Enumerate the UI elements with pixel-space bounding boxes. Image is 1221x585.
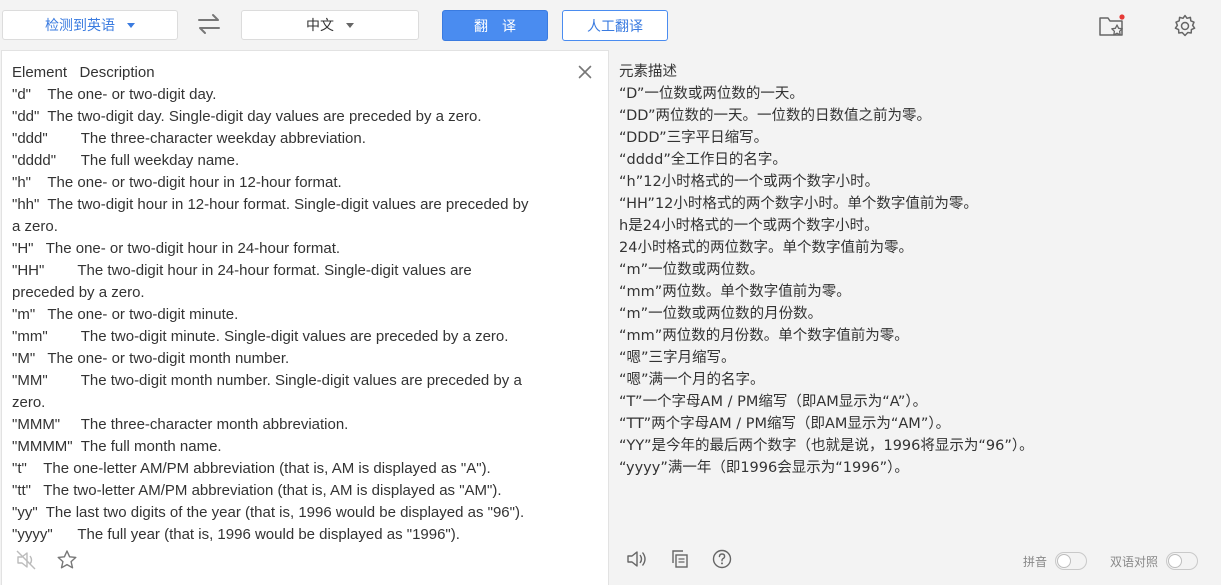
source-line: zero.	[12, 394, 46, 411]
translation-line: “yyyy”满一年（即1996会显示为“1996”）。	[619, 460, 909, 476]
target-language-label: 中文	[306, 17, 334, 33]
translation-line: 元素描述	[619, 64, 677, 80]
toolbar: 检测到英语 中文 翻译 人工翻译	[0, 0, 1221, 50]
source-line: "tt" The two-letter AM/PM abbreviation (…	[12, 482, 502, 499]
target-language-select[interactable]: 中文	[241, 10, 419, 40]
translation-actions	[626, 549, 732, 574]
translation-line: “DD”两位数的一天。一位数的日数值之前为零。	[619, 108, 932, 124]
translation-line: “T”一个字母AM / PM缩写（即AM显示为“A”）。	[619, 394, 928, 410]
speaker-icon[interactable]	[626, 549, 648, 574]
source-line: "t" The one-letter AM/PM abbreviation (t…	[12, 460, 491, 477]
translation-line: “TT”两个字母AM / PM缩写（即AM显示为“AM”）。	[619, 416, 951, 432]
speaker-muted-icon[interactable]	[16, 550, 38, 575]
toggle-knob	[1168, 554, 1183, 568]
pinyin-toggle[interactable]	[1055, 552, 1088, 570]
translation-line: “嗯”三字月缩写。	[619, 350, 736, 366]
star-icon[interactable]	[56, 549, 78, 576]
swap-arrows-icon[interactable]	[196, 11, 222, 37]
chevron-down-icon	[127, 23, 135, 28]
source-line: "dd" The two-digit day. Single-digit day…	[12, 108, 482, 125]
source-line: "yy" The last two digits of the year (th…	[12, 504, 525, 521]
source-line: "yyyy" The full year (that is, 1996 woul…	[12, 526, 460, 543]
translation-line: “DDD”三字平日缩写。	[619, 130, 769, 146]
source-language-label: 检测到英语	[45, 17, 115, 33]
translation-line: “mm”两位数的月份数。单个数字值前为零。	[619, 328, 909, 344]
translation-line: “dddd”全工作日的名字。	[619, 152, 787, 168]
favorites-folder-icon[interactable]	[1098, 12, 1128, 40]
source-language-select[interactable]: 检测到英语	[2, 10, 178, 40]
source-line: "m" The one- or two-digit minute.	[12, 306, 239, 323]
source-line: "mm" The two-digit minute. Single-digit …	[12, 328, 509, 345]
bilingual-toggle[interactable]	[1166, 552, 1199, 570]
translation-line: h是24小时格式的一个或两个数字小时。	[619, 218, 879, 234]
source-line: "hh" The two-digit hour in 12-hour forma…	[12, 196, 529, 213]
source-line: a zero.	[12, 218, 58, 235]
source-line: "HH" The two-digit hour in 24-hour forma…	[12, 262, 472, 279]
pinyin-label: 拼音	[1023, 554, 1048, 569]
source-line: Element Description	[12, 64, 155, 81]
human-translate-button[interactable]: 人工翻译	[562, 10, 668, 41]
translation-line: “HH”12小时格式的两个数字小时。单个数字值前为零。	[619, 196, 978, 212]
help-icon[interactable]	[712, 549, 732, 574]
target-panel: 元素描述 “D”一位数或两位数的一天。 “DD”两位数的一天。一位数的日数值之前…	[610, 50, 1221, 585]
toggle-knob	[1057, 554, 1072, 568]
translation-line: “m”一位数或两位数。	[619, 262, 765, 278]
translation-line: “h”12小时格式的一个或两个数字小时。	[619, 174, 880, 190]
bilingual-label: 双语对照	[1110, 554, 1159, 569]
close-icon[interactable]	[578, 65, 592, 79]
gear-icon[interactable]	[1172, 13, 1198, 39]
translation-line: 24小时格式的两位数字。单个数字值前为零。	[619, 240, 913, 256]
source-panel[interactable]: Element Description "d" The one- or two-…	[1, 50, 609, 585]
source-text[interactable]: Element Description "d" The one- or two-…	[12, 62, 572, 546]
translation-text[interactable]: 元素描述 “D”一位数或两位数的一天。 “DD”两位数的一天。一位数的日数值之前…	[619, 61, 1209, 479]
translation-line: “YY”是今年的最后两个数字（也就是说，1996将显示为“96”）。	[619, 438, 1034, 454]
chevron-down-icon	[346, 23, 354, 28]
source-line: "ddd" The three-character weekday abbrev…	[12, 130, 366, 147]
pinyin-toggle-group: 拼音	[1023, 552, 1088, 570]
source-line: "MMM" The three-character month abbrevia…	[12, 416, 349, 433]
source-line: "H" The one- or two-digit hour in 24-hou…	[12, 240, 341, 257]
source-line: "MM" The two-digit month number. Single-…	[12, 372, 522, 389]
source-actions	[16, 549, 78, 576]
translation-line: “D”一位数或两位数的一天。	[619, 86, 804, 102]
copy-icon[interactable]	[670, 549, 690, 574]
bilingual-toggle-group: 双语对照	[1110, 552, 1199, 570]
source-line: preceded by a zero.	[12, 284, 145, 301]
source-line: "d" The one- or two-digit day.	[12, 86, 217, 103]
source-line: "dddd" The full weekday name.	[12, 152, 240, 169]
translate-button[interactable]: 翻译	[442, 10, 548, 41]
source-line: "M" The one- or two-digit month number.	[12, 350, 290, 367]
translation-line: “m”一位数或两位数的月份数。	[619, 306, 823, 322]
translation-line: “mm”两位数。单个数字值前为零。	[619, 284, 851, 300]
translation-line: “嗯”满一个月的名字。	[619, 372, 765, 388]
source-line: "h" The one- or two-digit hour in 12-hou…	[12, 174, 342, 191]
source-line: "MMMM" The full month name.	[12, 438, 222, 455]
